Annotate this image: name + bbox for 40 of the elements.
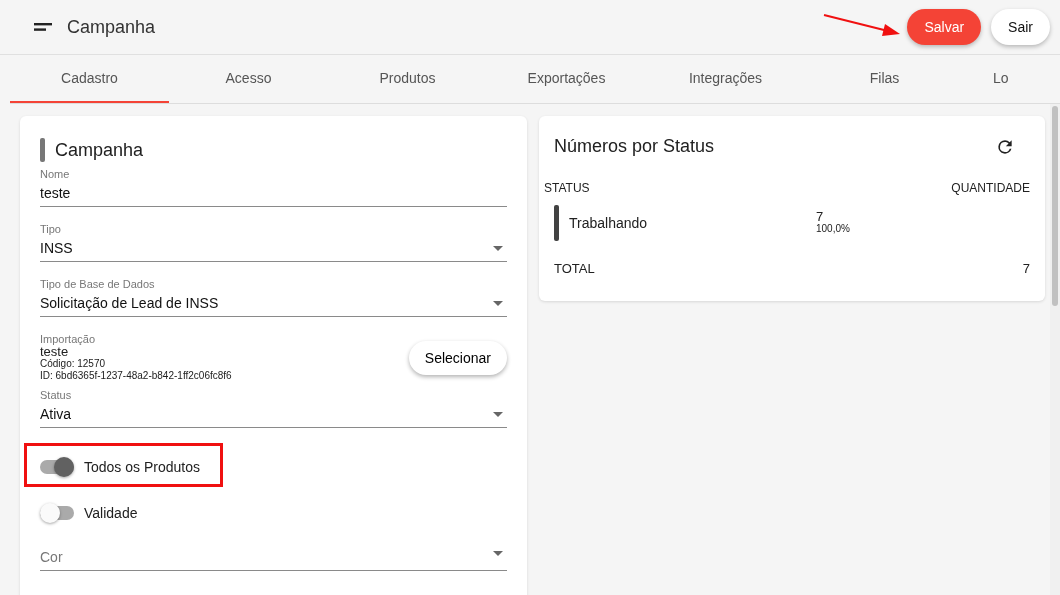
import-id: ID: 6bd6365f-1237-48a2-b842-1ff2c06fc8f6 (40, 370, 232, 382)
input-field[interactable]: Nome teste (40, 168, 507, 207)
tab[interactable]: Lo (964, 55, 1033, 103)
import-code: Código: 12570 (40, 358, 107, 370)
tab[interactable]: Exportações (487, 55, 646, 103)
toggle-label: Todos os Produtos (84, 459, 200, 475)
exit-button[interactable]: Sair (991, 9, 1050, 45)
tab[interactable]: Cadastro (10, 55, 169, 103)
caret-icon (493, 300, 503, 306)
tab[interactable]: Filas (805, 55, 964, 103)
column-header: QUANTIDADE (951, 181, 1030, 195)
toggle-switch[interactable] (40, 506, 74, 520)
scrollbar[interactable] (1050, 104, 1060, 595)
total-value: 7 (1022, 261, 1030, 276)
tab[interactable]: Integrações (646, 55, 805, 103)
save-button[interactable]: Salvar (907, 9, 982, 45)
title-bar-icon (40, 138, 45, 162)
field-label: Importação (40, 333, 97, 345)
total-label: TOTAL (554, 261, 595, 276)
toggle-switch[interactable] (40, 460, 74, 474)
input-field[interactable]: Status Ativa (40, 389, 507, 428)
import-name: teste (40, 345, 69, 358)
caret-icon (493, 411, 503, 417)
page-title: Campanha (67, 16, 156, 38)
status-count: 7 (816, 211, 825, 223)
caret-icon (493, 245, 503, 251)
tab[interactable]: Produtos (328, 55, 487, 103)
column-header: STATUS (544, 181, 590, 195)
card-title: Campanha (55, 139, 144, 161)
input-field[interactable]: Cor (40, 536, 507, 571)
tab[interactable]: Acesso (169, 55, 328, 103)
caret-icon (493, 550, 503, 556)
status-name: Trabalhando (569, 215, 649, 231)
select-button[interactable]: Selecionar (408, 340, 507, 375)
toggle-label: Validade (84, 505, 138, 521)
status-percent: 100,0% (816, 223, 850, 235)
input-field[interactable]: Tipo de Base de Dados Solicitação de Lead de INSS (40, 278, 507, 317)
input-field[interactable]: Tipo INSS (40, 223, 507, 262)
card-title: Números por Status (554, 136, 715, 157)
menu-icon[interactable] (34, 23, 52, 31)
